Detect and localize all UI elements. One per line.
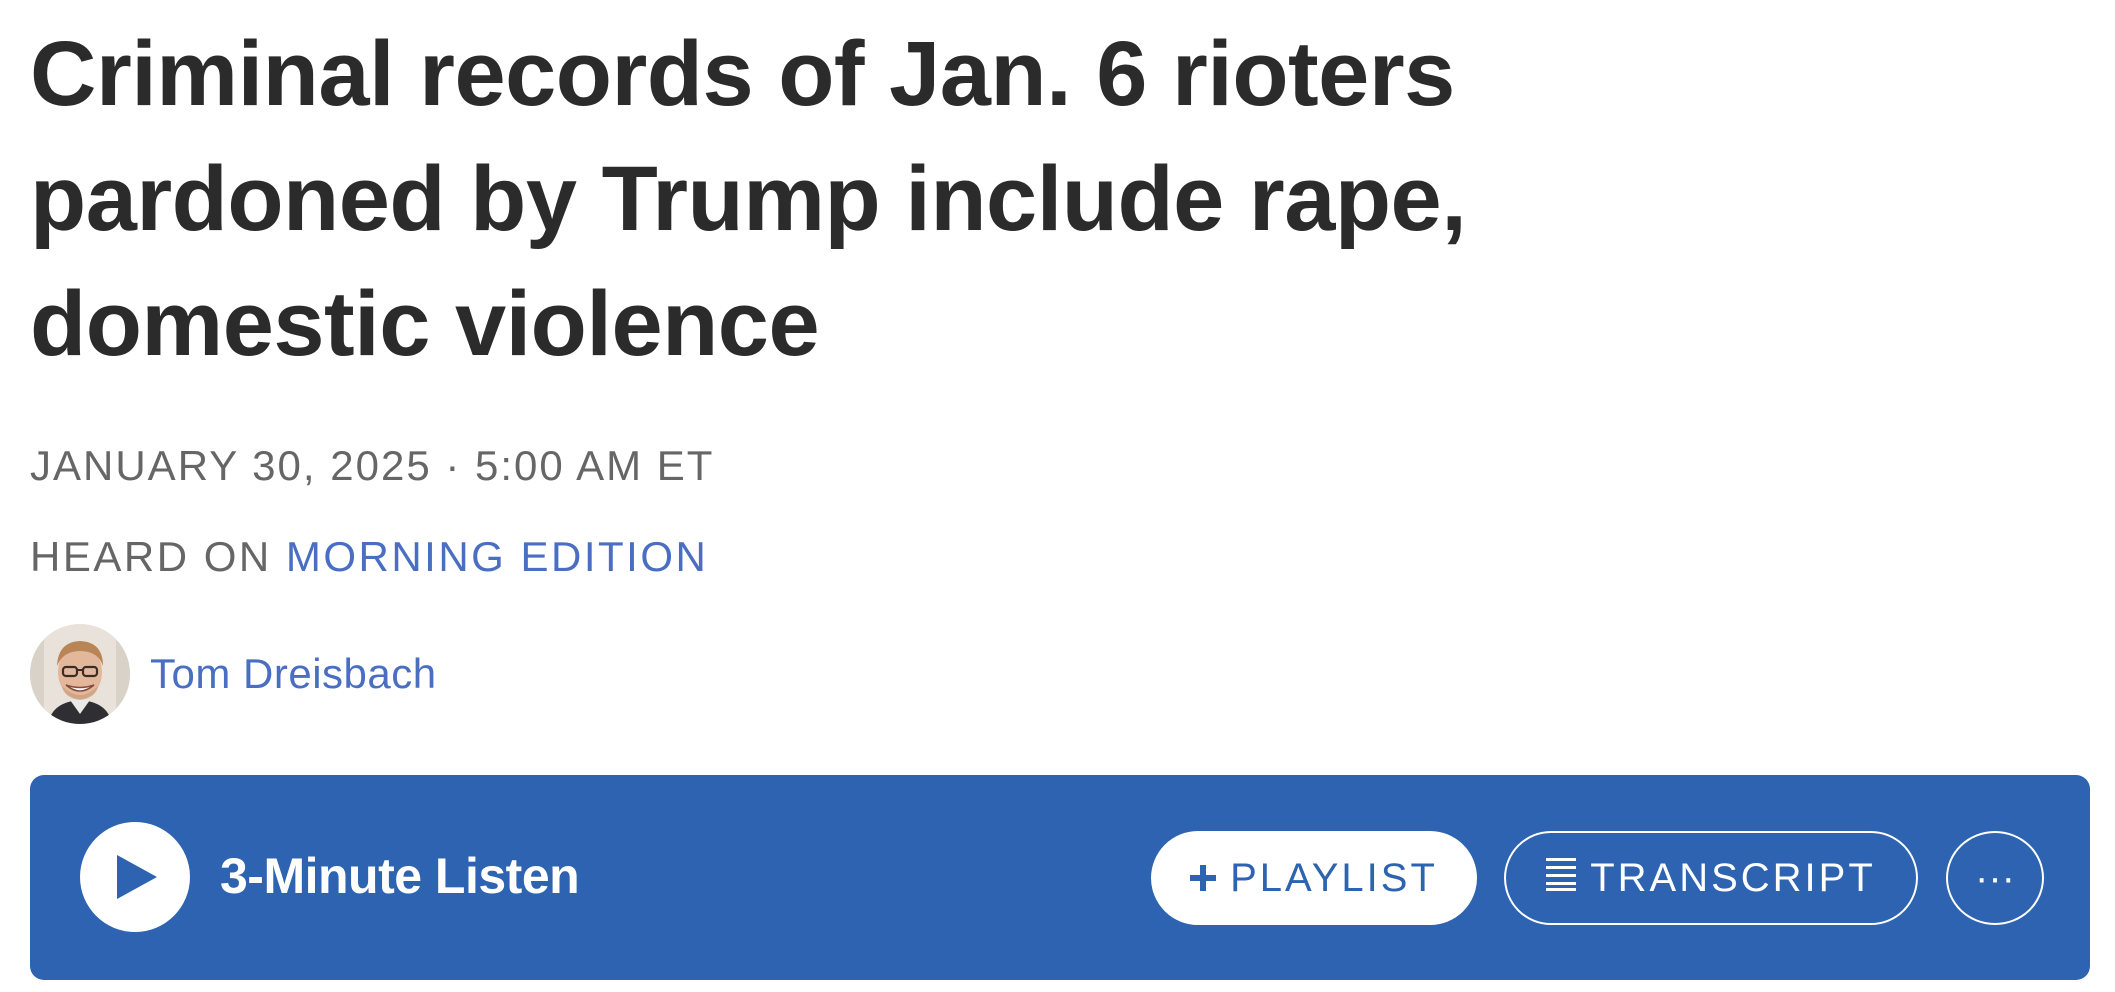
transcript-button[interactable]: TRANSCRIPT (1504, 831, 1918, 925)
program-link[interactable]: MORNING EDITION (286, 533, 709, 580)
plus-icon (1190, 856, 1217, 901)
transcript-label: TRANSCRIPT (1590, 855, 1876, 900)
add-to-playlist-button[interactable]: PLAYLIST (1151, 831, 1477, 925)
article-header: Criminal records of Jan. 6 rioters pardo… (30, 0, 2090, 724)
transcript-lines-icon (1546, 856, 1577, 901)
audio-player: 3-Minute Listen PLAYLIST TRANSCRIPT ··· (30, 775, 2090, 980)
heard-on-prefix: HEARD ON (30, 533, 286, 580)
byline: Tom Dreisbach (30, 622, 437, 726)
heard-on: HEARD ON MORNING EDITION (30, 533, 708, 581)
play-button[interactable] (80, 822, 190, 932)
ellipsis-icon: ··· (1975, 855, 2015, 900)
more-options-button[interactable]: ··· (1946, 831, 2044, 925)
play-icon (117, 855, 157, 899)
author-photo (30, 624, 130, 724)
headline: Criminal records of Jan. 6 rioters pardo… (30, 23, 1467, 375)
dateline: JANUARY 30, 2025 · 5:00 AM ET (30, 442, 715, 489)
author-link[interactable]: Tom Dreisbach (150, 650, 437, 698)
playlist-label: PLAYLIST (1230, 855, 1438, 900)
listen-duration-label: 3-Minute Listen (220, 848, 580, 904)
author-avatar[interactable] (30, 624, 130, 724)
